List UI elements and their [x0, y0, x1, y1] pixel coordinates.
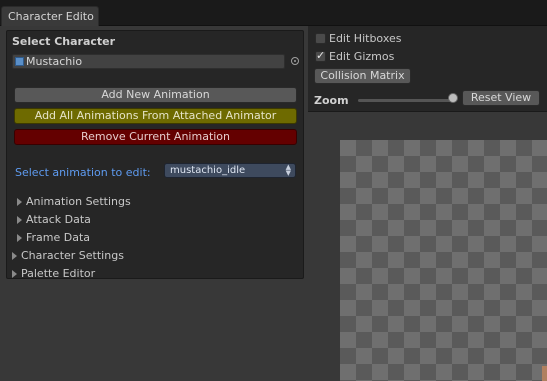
preview-panel: Edit Hitboxes Edit Gizmos Collision Matr… — [308, 26, 547, 381]
foldout-triangle-icon — [17, 233, 22, 242]
edit-hitboxes-label: Edit Hitboxes — [329, 32, 402, 45]
foldout-label: Attack Data — [26, 213, 91, 226]
foldout-attack-data[interactable]: Attack Data — [17, 213, 91, 226]
dropdown-arrows-icon: ▲ ▼ — [285, 163, 291, 177]
foldout-label: Character Settings — [21, 249, 124, 262]
add-all-animations-button[interactable]: Add All Animations From Attached Animato… — [14, 108, 297, 124]
select-animation-label: Select animation to edit: — [15, 166, 151, 179]
edit-gizmos-checkbox[interactable] — [315, 49, 326, 62]
edit-hitboxes-checkbox[interactable] — [315, 33, 326, 44]
zoom-slider-thumb[interactable] — [448, 93, 458, 103]
reset-view-button[interactable]: Reset View — [462, 90, 540, 106]
prefab-cube-icon — [15, 57, 24, 66]
object-picker-icon[interactable] — [291, 57, 299, 65]
foldout-palette-editor[interactable]: Palette Editor — [12, 267, 95, 280]
edit-gizmos-toggle[interactable]: Edit Gizmos — [315, 49, 395, 63]
foldout-triangle-icon — [12, 269, 17, 278]
foldout-triangle-icon — [17, 197, 22, 206]
character-field-value: Mustachio — [26, 55, 83, 68]
animation-dropdown[interactable]: mustachio_idle ▲ ▼ — [164, 163, 296, 178]
character-panel: Select Character Mustachio Add New Anima… — [6, 30, 304, 280]
tab-bar: Character Edito — [0, 0, 547, 26]
foldout-frame-data[interactable]: Frame Data — [17, 231, 90, 244]
character-object-field[interactable]: Mustachio — [12, 54, 285, 69]
foldout-triangle-icon — [12, 251, 17, 260]
foldout-label: Animation Settings — [26, 195, 131, 208]
tab-character-editor[interactable]: Character Edito — [1, 6, 99, 26]
foldout-character-settings[interactable]: Character Settings — [12, 249, 124, 262]
zoom-label: Zoom — [314, 94, 349, 107]
section-title: Select Character — [12, 35, 116, 48]
remove-animation-button[interactable]: Remove Current Animation — [14, 129, 297, 145]
foldout-animation-settings[interactable]: Animation Settings — [17, 195, 131, 208]
sprite-edge — [542, 366, 547, 381]
collision-matrix-button[interactable]: Collision Matrix — [314, 68, 411, 84]
edit-hitboxes-toggle[interactable]: Edit Hitboxes — [315, 32, 401, 45]
foldout-label: Palette Editor — [21, 267, 96, 280]
preview-canvas[interactable] — [340, 140, 547, 381]
zoom-slider-track[interactable] — [358, 99, 456, 102]
foldout-label: Frame Data — [26, 231, 91, 244]
animation-dropdown-value: mustachio_idle — [170, 165, 246, 176]
add-new-animation-button[interactable]: Add New Animation — [14, 87, 297, 103]
preview-toolbar: Edit Hitboxes Edit Gizmos Collision Matr… — [308, 26, 547, 112]
edit-gizmos-label: Edit Gizmos — [329, 50, 395, 63]
foldout-triangle-icon — [17, 215, 22, 224]
